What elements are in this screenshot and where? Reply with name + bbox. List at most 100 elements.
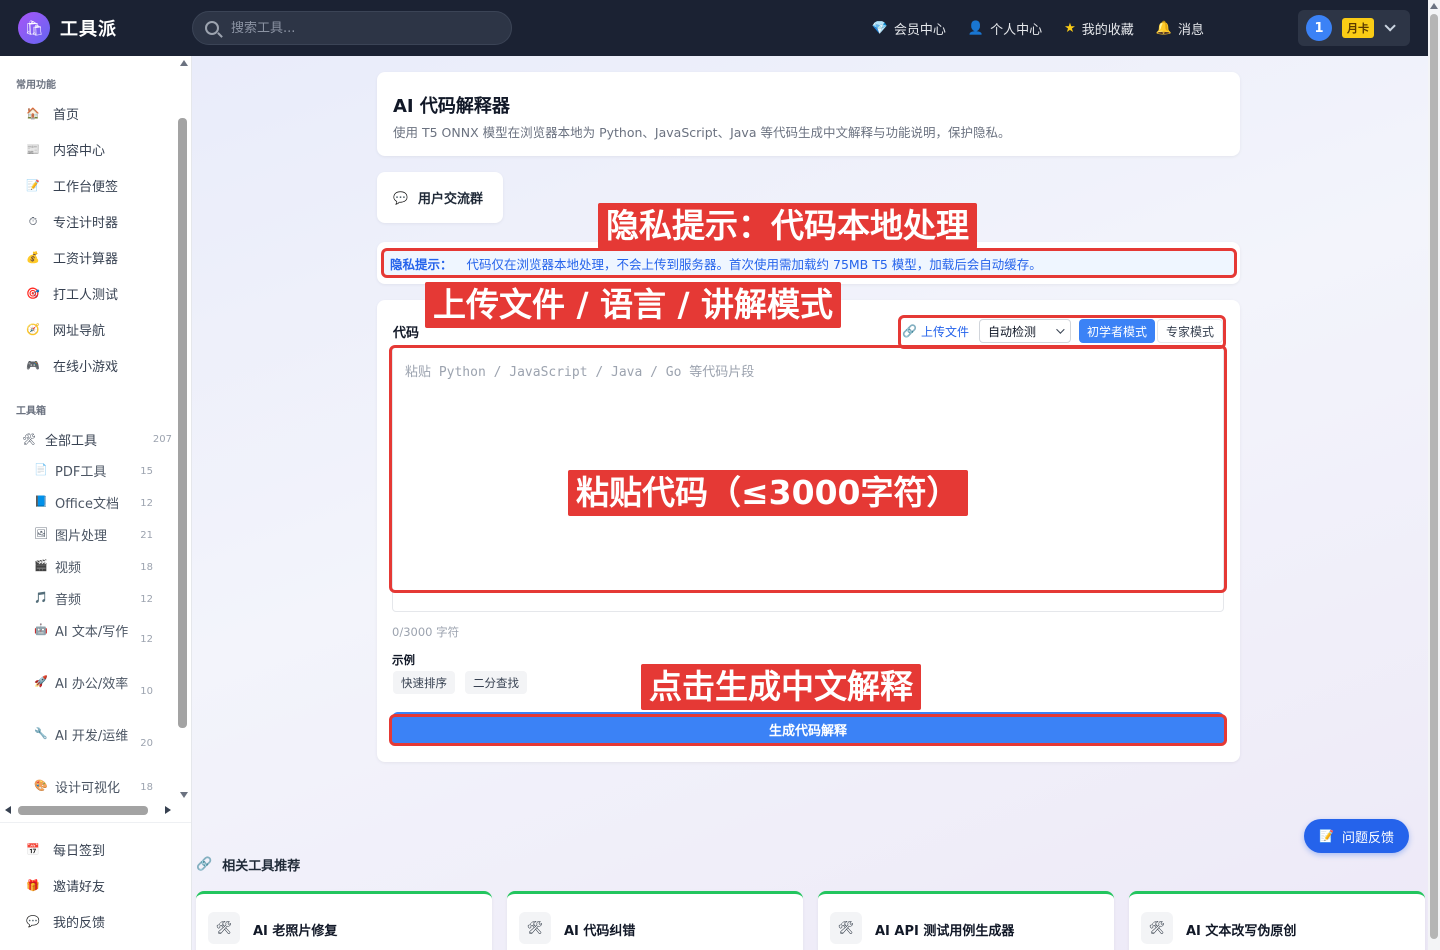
sidebar-item-audio[interactable]: 🎵 音频 12 [34,591,158,611]
annotation-box-generate [389,714,1227,746]
diamond-icon: 💎 [871,20,888,36]
sidebar-item-pdf[interactable]: 📄 PDF工具 15 [34,463,158,483]
search-input[interactable] [231,20,481,36]
sidebar-item-ai-dev[interactable]: 🔧 AI 开发/运维 20 [34,727,158,749]
sidebar-item-label: AI 开发/运维 [55,729,129,744]
nav-messages[interactable]: 🔔 消息 [1156,19,1204,38]
sidebar-item-label: AI 办公/效率 [55,677,129,692]
annotation-label-toolbar: 上传文件 / 语言 / 讲解模式 [425,282,842,328]
sidebar-scrollbar[interactable] [178,118,187,728]
feedback-button[interactable]: 📝 问题反馈 [1304,819,1409,853]
annotation-label-generate: 点击生成中文解释 [641,664,921,710]
nav-personal-center[interactable]: 👤 个人中心 [968,19,1042,38]
gamepad-icon: 🎮 [26,359,40,372]
membership-badge: 月卡 [1342,18,1374,38]
sidebar-item-image[interactable]: 🖼 图片处理 21 [34,527,158,547]
sidebar-item-label: 打工人测试 [53,288,119,303]
sidebar-item-games[interactable]: 🎮 在线小游戏 [24,356,118,375]
sidebar-item-url-nav[interactable]: 🧭 网址导航 [24,320,105,339]
sidebar-item-all-tools[interactable]: 🛠 全部工具 207 [20,430,174,449]
clapper-icon: 🎬 [34,559,48,572]
logo-icon: 🛍 [18,12,50,44]
sidebar-item-label: 工资计算器 [53,252,119,267]
sidebar-item-label: 工作台便签 [53,180,119,195]
community-button[interactable]: 💬 用户交流群 [377,172,503,223]
sidebar-item-ai-office[interactable]: 🚀 AI 办公/效率 10 [34,675,158,697]
sidebar-item-design[interactable]: 🎨 设计可视化 18 [34,779,158,799]
page-title: AI 代码解释器 [393,96,510,117]
tool-count: 207 [152,434,172,445]
search-box[interactable] [192,11,512,45]
related-title-text: 相关工具推荐 [222,859,301,874]
sidebar-item-worker-test[interactable]: 🎯 打工人测试 [24,284,118,303]
sidebar-item-memo[interactable]: 📝 工作台便签 [24,176,118,195]
chat-icon: 💬 [26,915,40,928]
newspaper-icon: 📰 [26,143,40,156]
related-tool-title: AI 代码纠错 [564,924,636,939]
scroll-down-arrow[interactable] [180,792,188,798]
pdf-icon: 📄 [34,463,48,476]
sidebar-item-label: 图片处理 [55,529,108,544]
sidebar-item-content[interactable]: 📰 内容中心 [24,140,105,159]
sidebar-item-label: 音频 [55,593,82,608]
scroll-up-arrow[interactable] [1430,3,1438,9]
palette-icon: 🎨 [34,779,48,792]
annotation-label-code: 粘贴代码（≤3000字符） [568,470,968,516]
star-icon: ★ [1064,20,1076,36]
nav-favorites[interactable]: ★ 我的收藏 [1064,19,1134,38]
tool-count: 12 [140,498,153,509]
user-menu[interactable]: 1 月卡 [1298,10,1410,46]
related-tool-card[interactable]: 🛠 AI 老照片修复 [196,891,492,950]
related-tool-card[interactable]: 🛠 AI 代码纠错 [507,891,803,950]
sidebar-item-label: PDF工具 [55,465,107,480]
examples-label: 示例 [392,653,415,667]
home-icon: 🏠 [26,107,40,120]
scroll-up-arrow[interactable] [180,60,188,66]
rocket-icon: 🚀 [34,675,48,688]
sidebar-item-feedback[interactable]: 💬 我的反馈 [24,912,105,931]
sidebar-item-label: 首页 [53,108,80,123]
gift-icon: 🎁 [26,879,40,892]
tool-count: 20 [140,738,153,749]
related-tool-title: AI 文本改写伪原创 [1186,924,1297,939]
tool-count: 10 [140,686,153,697]
sidebar-item-home[interactable]: 🏠 首页 [24,104,79,123]
logo[interactable]: 🛍 工具派 [18,12,117,44]
sidebar-item-label: 内容中心 [53,144,106,159]
feedback-label: 问题反馈 [1341,830,1394,846]
target-icon: 🎯 [26,287,40,300]
sidebar-item-checkin[interactable]: 📅 每日签到 [24,840,105,859]
nav-member-center[interactable]: 💎 会员中心 [872,19,946,38]
example-binary-search-button[interactable]: 二分查找 [465,671,527,694]
sidebar: 常用功能 🏠 首页 📰 内容中心 📝 工作台便签 ⏱ 专注计时器 💰 工资计算器 🎯 打工人… [0,56,192,950]
tools-icon: 🛠 [22,433,36,446]
related-tool-card[interactable]: 🛠 AI API 测试用例生成器 [818,891,1114,950]
tool-count: 12 [140,634,153,645]
annotation-box-toolbar [898,315,1226,349]
annotation-box-privacy [381,248,1237,278]
sidebar-item-label: AI 文本/写作 [55,625,129,640]
annotation-box-code [389,345,1227,593]
example-quicksort-button[interactable]: 快速排序 [393,671,455,694]
sidebar-item-label: 我的反馈 [53,916,106,931]
sidebar-hscrollbar[interactable] [18,806,148,815]
image-icon: 🖼 [34,527,48,540]
sidebar-item-salary[interactable]: 💰 工资计算器 [24,248,118,267]
sidebar-item-label: 每日签到 [53,844,106,859]
sidebar-item-ai-text[interactable]: 🤖 AI 文本/写作 12 [34,623,158,645]
sidebar-item-label: Office文档 [55,497,119,512]
tool-count: 21 [140,530,153,541]
page-scrollbar[interactable] [1430,14,1438,939]
related-tool-card[interactable]: 🛠 AI 文本改写伪原创 [1129,891,1425,950]
nav-label: 消息 [1177,22,1204,38]
money-bag-icon: 💰 [26,251,40,264]
sidebar-item-video[interactable]: 🎬 视频 18 [34,559,158,579]
sidebar-item-timer[interactable]: ⏱ 专注计时器 [24,212,118,232]
page-subtitle: 使用 T5 ONNX 模型在浏览器本地为 Python、JavaScript、J… [393,125,1011,140]
tools-icon: 🛠 [519,912,551,944]
sidebar-item-office[interactable]: 📘 Office文档 12 [34,495,158,515]
scroll-left-arrow[interactable] [5,806,11,814]
sidebar-item-invite[interactable]: 🎁 邀请好友 [24,876,105,895]
scroll-right-arrow[interactable] [165,806,171,814]
community-button-label: 用户交流群 [417,192,483,207]
